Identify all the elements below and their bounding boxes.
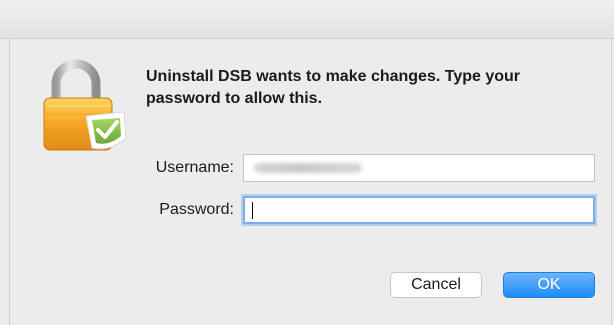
title-bar xyxy=(0,0,614,39)
text-caret xyxy=(252,202,253,219)
username-field[interactable] xyxy=(243,154,595,182)
dialog-message: Uninstall DSB wants to make changes. Typ… xyxy=(146,68,521,107)
username-value-redacted xyxy=(254,163,362,173)
ok-button[interactable]: OK xyxy=(503,272,595,298)
dialog-frame-left xyxy=(9,38,10,325)
password-label: Password: xyxy=(159,201,234,218)
password-field[interactable] xyxy=(243,196,595,224)
dialog-frame-right xyxy=(611,38,612,325)
cancel-button[interactable]: Cancel xyxy=(390,272,482,298)
username-label: Username: xyxy=(155,159,234,176)
lock-icon xyxy=(43,59,127,151)
authentication-dialog: Uninstall DSB wants to make changes. Typ… xyxy=(0,0,614,325)
